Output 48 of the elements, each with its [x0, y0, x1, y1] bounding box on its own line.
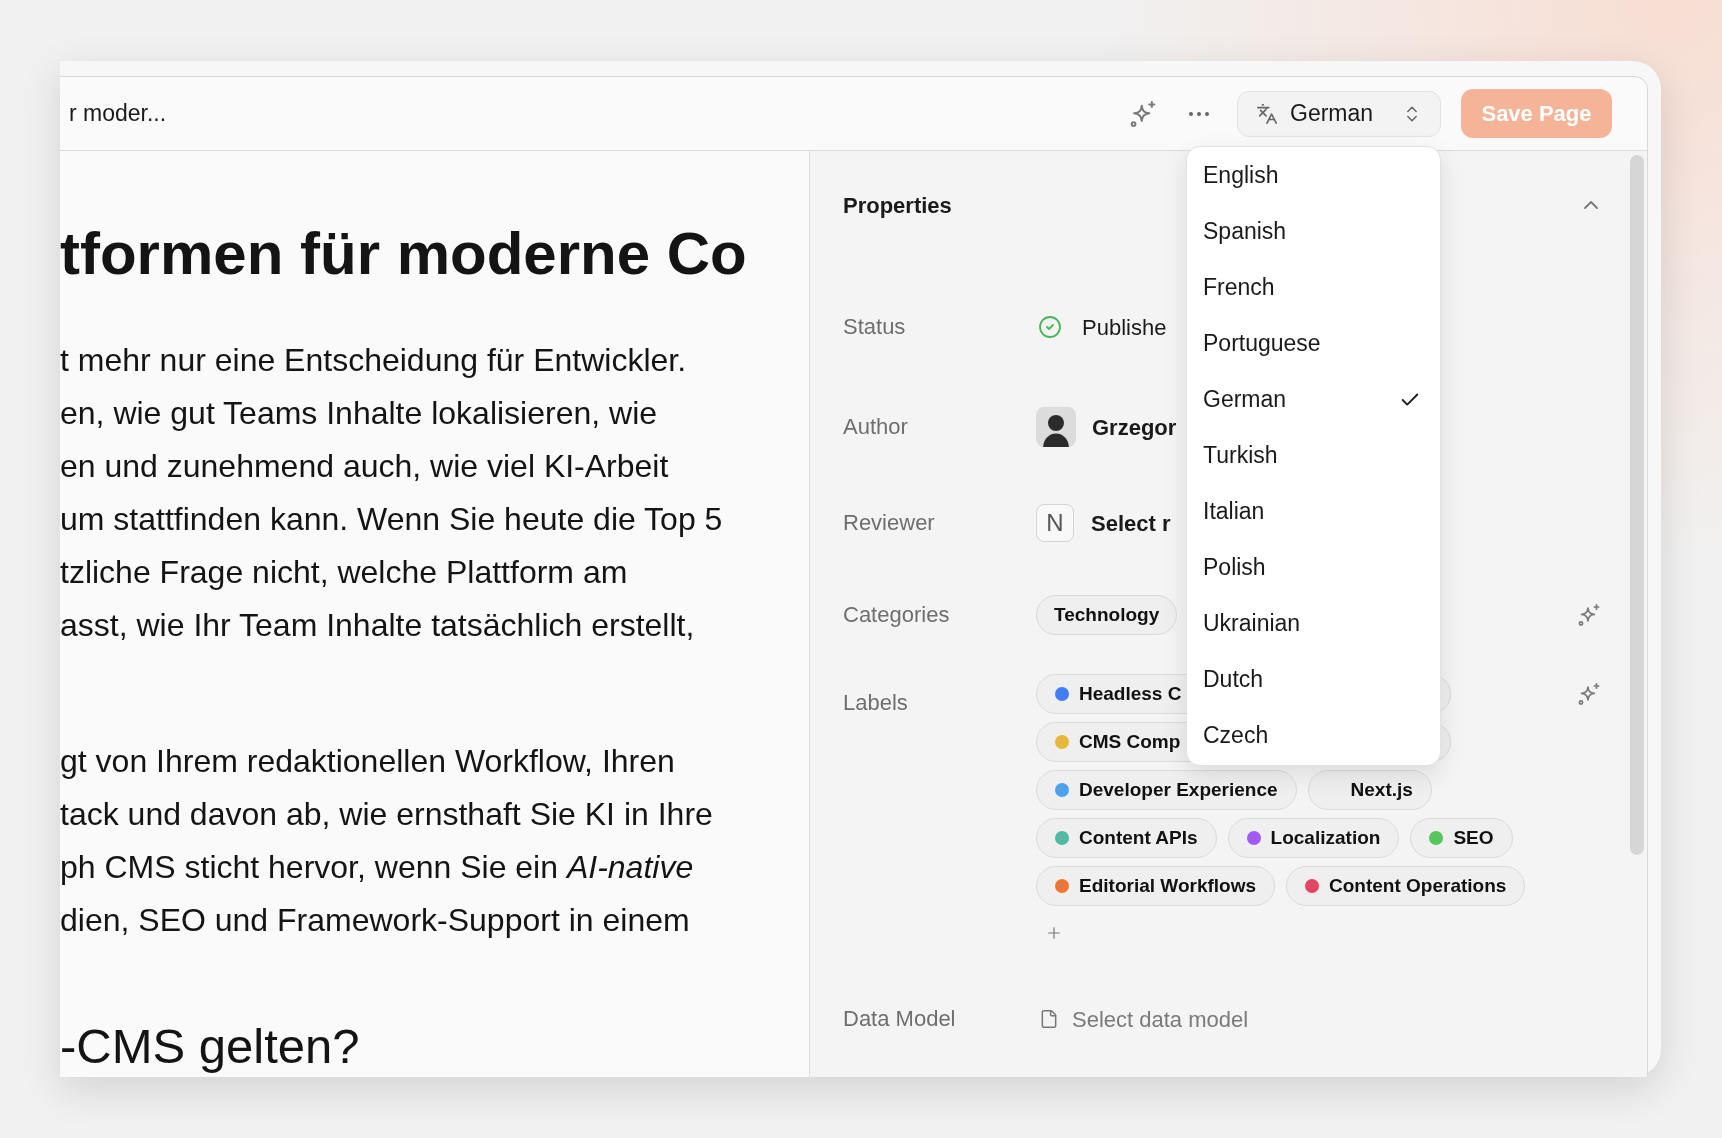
label-tag[interactable]: SEO	[1410, 818, 1513, 858]
status-value: Publishe	[1082, 313, 1167, 342]
document-paragraph: gt von Ihrem redaktionellen Workflow, Ihren tack und davon ab, wie ernsthaft Sie KI in Ihre ph CMS sticht hervor, wenn Sie ein AI-native dien, SEO und Framework-Support in einem	[60, 742, 714, 940]
language-option[interactable]: Spanish	[1187, 203, 1440, 260]
sparkle-icon	[1578, 604, 1600, 626]
label-tag[interactable]: Localization	[1227, 818, 1400, 858]
author-name: Grzegor	[1092, 413, 1177, 442]
data-model-select[interactable]: Select data model	[1039, 1002, 1249, 1036]
translate-icon	[1256, 102, 1278, 125]
scrollbar-thumb[interactable]	[1630, 155, 1644, 855]
document-heading: tformen für moderne Co	[60, 219, 748, 289]
field-label: Labels	[843, 689, 909, 717]
language-select[interactable]: German	[1237, 90, 1441, 137]
language-option[interactable]: German	[1187, 371, 1440, 428]
label-tag[interactable]: Editorial Workflows	[1036, 866, 1275, 906]
add-label-button[interactable]	[1045, 924, 1063, 942]
field-label: Status	[843, 313, 907, 341]
document-paragraph: t mehr nur eine Entscheidung für Entwickler. en, wie gut Teams Inhalte lokalisieren, wie en und zunehmend auch, wie viel KI-Arbeit um stattfinden kann. Wenn Sie heute die Top 5 tzliche Frage nicht, welche Plattform am asst, wie Ihr Team Inhalte tatsächlich erstellt,	[60, 341, 724, 645]
reviewer-select[interactable]: Select r	[1091, 506, 1171, 540]
language-option[interactable]: Italian	[1187, 483, 1440, 540]
language-option[interactable]: English	[1187, 147, 1440, 204]
plus-icon	[1045, 924, 1063, 942]
sparkle-icon	[1130, 100, 1156, 127]
label-tag[interactable]: Next.js	[1307, 770, 1432, 810]
language-option[interactable]: Portuguese	[1187, 315, 1440, 372]
document-subheading: -CMS gelten?	[60, 1019, 361, 1074]
field-label: Reviewer	[843, 509, 936, 537]
category-tag[interactable]: Technology	[1036, 595, 1178, 635]
label-tag[interactable]: Content Operations	[1286, 866, 1526, 906]
language-option[interactable]: French	[1187, 259, 1440, 316]
language-option[interactable]: Czech	[1187, 707, 1440, 764]
language-option[interactable]: Dutch	[1187, 651, 1440, 708]
label-tag[interactable]: Content APIs	[1036, 818, 1217, 858]
language-option[interactable]: Turkish	[1187, 427, 1440, 484]
page-title: r moder...	[69, 99, 167, 129]
field-label: Author	[843, 413, 909, 441]
check-circle-icon	[1038, 315, 1062, 339]
language-option[interactable]: Polish	[1187, 539, 1440, 596]
avatar-silhouette	[1036, 407, 1076, 447]
language-option[interactable]: Ukrainian	[1187, 595, 1440, 652]
file-icon	[1039, 1009, 1059, 1029]
panel-title: Properties	[843, 191, 952, 220]
sparkle-icon	[1578, 683, 1600, 705]
ellipsis-icon	[1189, 111, 1209, 116]
reviewer-initial: N	[1036, 504, 1074, 542]
field-label: Data Model	[843, 1005, 957, 1033]
label-tag[interactable]: Developer Experience	[1036, 770, 1297, 810]
field-label: Categories	[843, 601, 951, 629]
